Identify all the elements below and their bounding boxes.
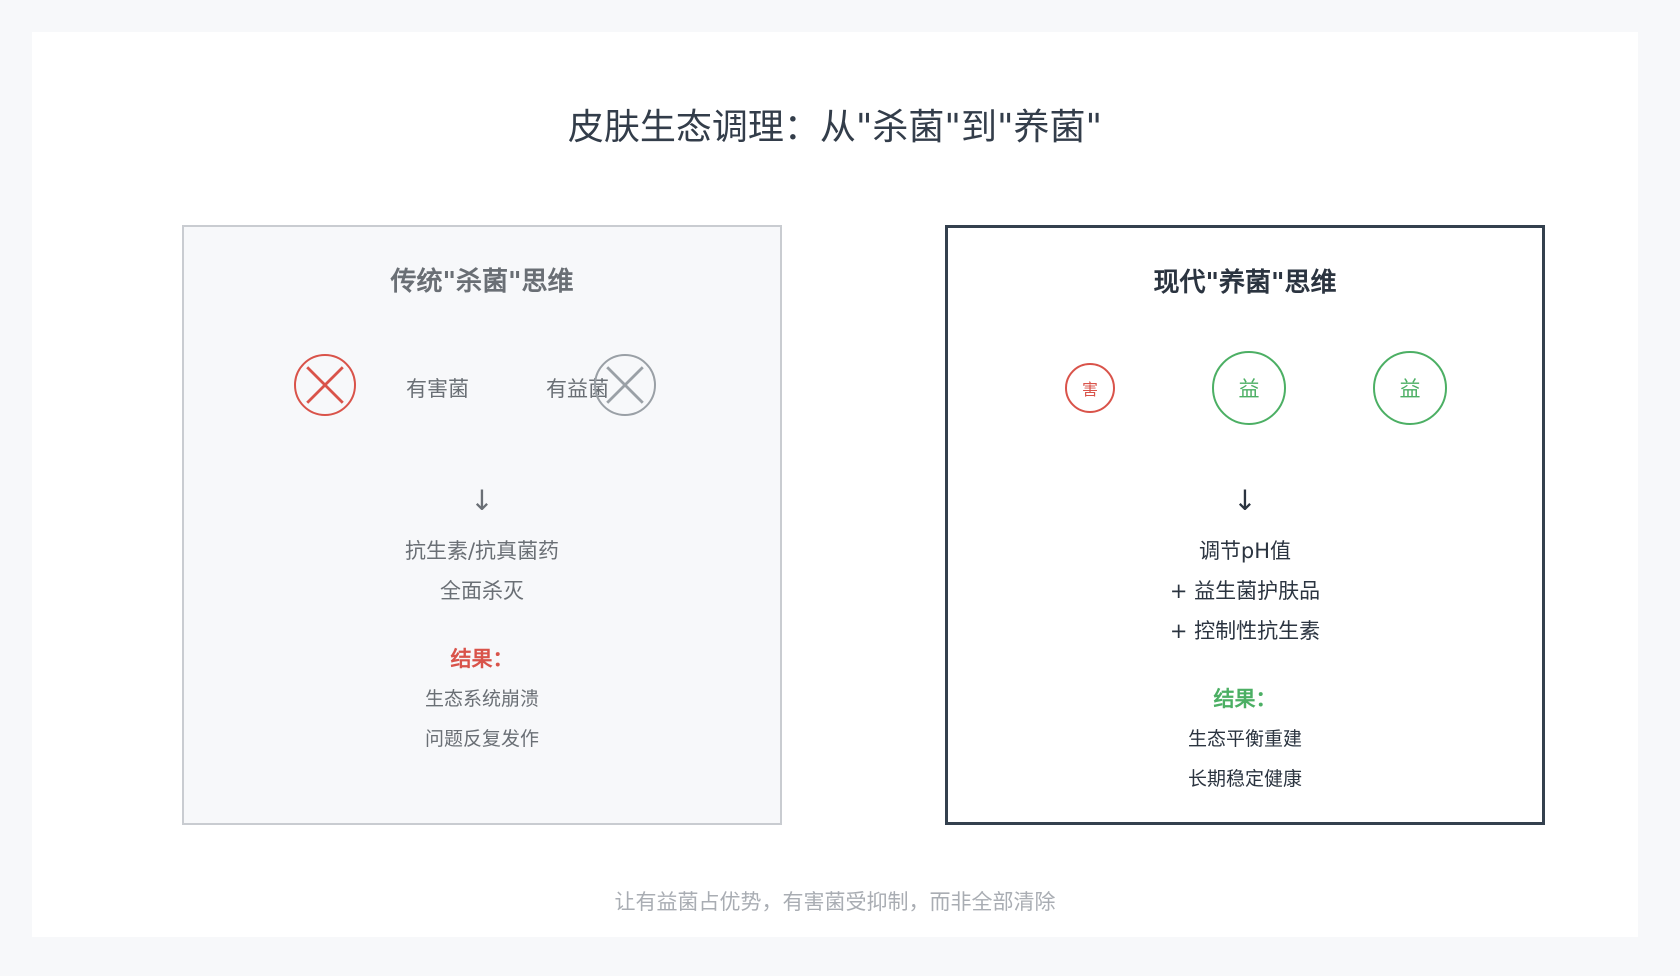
beneficial-crossed-icon [594, 354, 656, 416]
result-line-2: 问题反复发作 [424, 728, 539, 750]
down-arrow-icon: ↓ [470, 484, 494, 517]
result-label: 结果： [450, 647, 514, 671]
harmful-bacteria-icon: 害 [1065, 363, 1115, 413]
result-line-1: 生态平衡重建 [1187, 728, 1302, 750]
result-line-1: 生态系统崩溃 [424, 688, 539, 710]
footer-note: 让有益菌占优势，有害菌受抑制，而非全部清除 [614, 890, 1056, 914]
beneficial-bacteria-icon: 益 [1373, 351, 1447, 425]
method-line-1: 调节pH值 [1198, 539, 1292, 563]
beneficial-bacteria-icon: 益 [1212, 351, 1286, 425]
traditional-panel-title: 传统"杀菌"思维 [390, 267, 574, 297]
method-line-1: 抗生素/抗真菌药 [404, 539, 560, 563]
method-line-3: + 控制性抗生素 [1169, 619, 1321, 643]
down-arrow-icon: ↓ [1233, 484, 1257, 517]
method-line-2: 全面杀灭 [440, 579, 524, 603]
method-line-2: + 益生菌护肤品 [1169, 579, 1321, 603]
result-label: 结果： [1213, 687, 1277, 711]
modern-panel-title: 现代"养菌"思维 [1153, 268, 1337, 298]
harmful-crossed-icon [294, 354, 356, 416]
diagram-title: 皮肤生态调理：从"杀菌"到"养菌" [567, 107, 1103, 148]
result-line-2: 长期稳定健康 [1187, 768, 1302, 790]
traditional-panel: 传统"杀菌"思维 有害菌 有益菌 ↓ 抗生素/抗真菌药 全面杀灭 结果： 生态系… [182, 225, 782, 825]
diagram-canvas: 皮肤生态调理：从"杀菌"到"养菌" 传统"杀菌"思维 有害菌 有益菌 ↓ 抗生素… [32, 32, 1638, 937]
modern-panel: 现代"养菌"思维 害 益 益 ↓ 调节pH值 + 益生菌护肤品 + 控制性抗生素… [945, 225, 1545, 825]
harmful-label: 有害菌 [406, 377, 469, 401]
